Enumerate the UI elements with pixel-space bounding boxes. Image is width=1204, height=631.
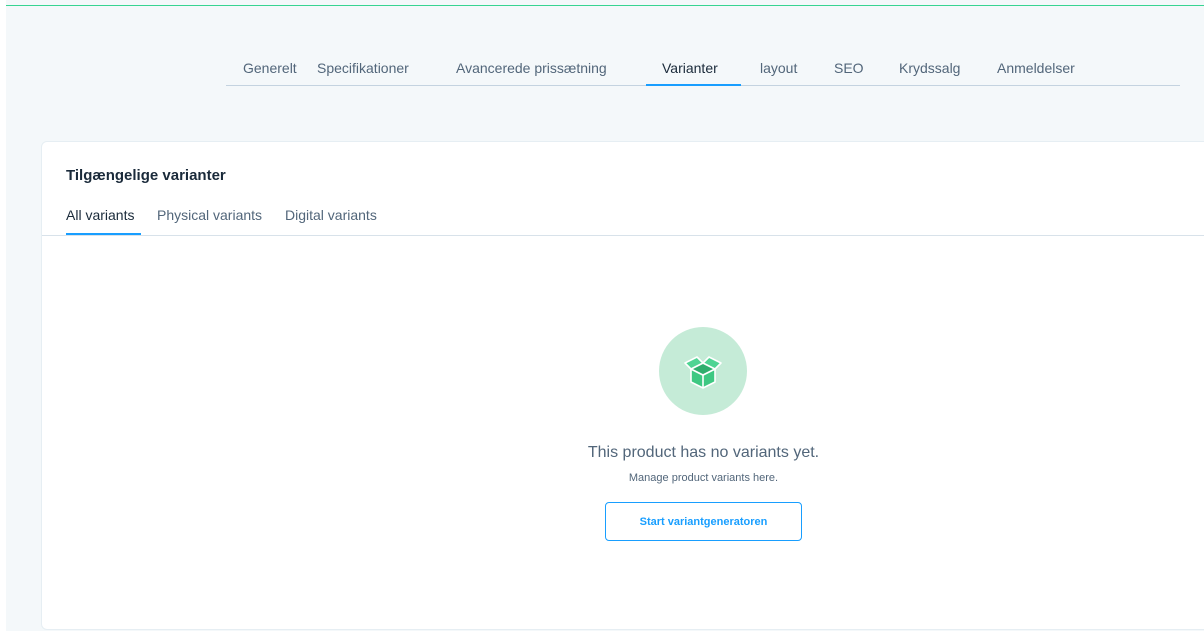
tab-varianter[interactable]: Varianter — [662, 60, 718, 86]
tab-specifikationer[interactable]: Specifikationer — [317, 60, 409, 86]
start-variant-generator-button[interactable]: Start variantgeneratoren — [605, 502, 802, 541]
left-edge — [0, 0, 6, 631]
tab-layout[interactable]: layout — [760, 60, 797, 86]
subtab-physical-variants[interactable]: Physical variants — [157, 207, 262, 223]
tab-seo[interactable]: SEO — [834, 60, 864, 86]
active-tab-indicator — [646, 84, 741, 86]
subtab-all-variants[interactable]: All variants — [66, 207, 134, 223]
open-box-icon — [684, 356, 722, 389]
tab-generelt[interactable]: Generelt — [243, 60, 297, 86]
top-accent-bar — [0, 0, 1204, 6]
empty-state-icon-circle — [659, 327, 747, 415]
variants-card: Tilgængelige varianter All variants Phys… — [41, 141, 1204, 630]
tab-anmeldelser[interactable]: Anmeldelser — [997, 60, 1075, 86]
subtab-digital-variants[interactable]: Digital variants — [285, 207, 377, 223]
active-subtab-indicator — [66, 233, 141, 235]
tab-avancerede-prissaetning[interactable]: Avancerede prissætning — [456, 60, 607, 86]
tab-krydssalg[interactable]: Krydssalg — [899, 60, 960, 86]
variant-type-tabs: All variants Physical variants Digital v… — [42, 204, 1204, 236]
empty-state-subtitle: Manage product variants here. — [628, 472, 779, 484]
card-title: Tilgængelige varianter — [66, 167, 226, 184]
empty-state-title: This product has no variants yet. — [587, 444, 820, 461]
product-tabs: Generelt Specifikationer Avancerede pris… — [226, 50, 1180, 86]
